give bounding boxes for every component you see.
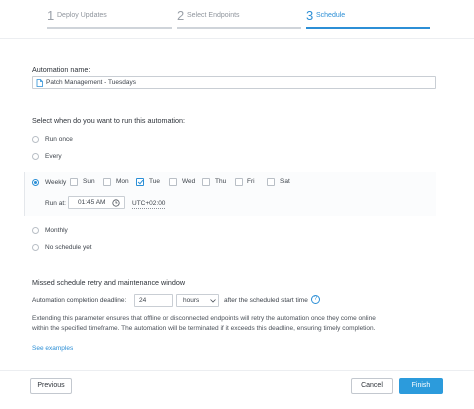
deadline-label: Automation completion deadline: <box>32 297 127 304</box>
cancel-button[interactable]: Cancel <box>351 378 393 394</box>
previous-button[interactable]: Previous <box>30 378 72 394</box>
monthly-radio[interactable] <box>32 227 39 234</box>
day-checkbox-sun[interactable] <box>70 178 78 186</box>
document-icon <box>36 79 43 87</box>
day-checkbox-wed[interactable] <box>169 178 177 186</box>
schedule-heading: Select when do you want to run this auto… <box>32 116 186 125</box>
header-divider <box>0 38 474 39</box>
deadline-unit-select[interactable]: hours <box>176 294 219 307</box>
day-label-fri: Fri <box>247 178 255 185</box>
day-checkbox-mon[interactable] <box>103 178 111 186</box>
step-number: 3 <box>306 8 314 23</box>
deadline-description: Extending this parameter ensures that of… <box>32 315 376 332</box>
run-at-time-value: 01:45 AM <box>78 199 106 206</box>
finish-button[interactable]: Finish <box>399 378 443 394</box>
step-progress-bar <box>47 27 172 29</box>
run-once-radio[interactable] <box>32 136 39 143</box>
automation-name-input[interactable]: Patch Management - Tuesdays <box>32 76 436 89</box>
missed-schedule-heading: Missed schedule retry and maintenance wi… <box>32 278 186 287</box>
weekly-radio[interactable] <box>32 179 39 186</box>
every-radio[interactable] <box>32 153 39 160</box>
step-progress-bar <box>306 27 430 29</box>
weekly-label[interactable]: Weekly <box>45 179 66 186</box>
chevron-down-icon <box>210 299 216 303</box>
no-schedule-radio[interactable] <box>32 244 39 251</box>
day-checkbox-tue[interactable] <box>136 178 144 186</box>
monthly-label[interactable]: Monthly <box>45 227 68 234</box>
step-label: Deploy Updates <box>57 12 107 19</box>
automation-name-label: Automation name: <box>32 65 91 74</box>
help-icon[interactable]: ? <box>311 295 320 304</box>
automation-name-value: Patch Management - Tuesdays <box>46 79 136 86</box>
timezone-selector[interactable]: UTC+02:00 <box>132 200 166 209</box>
see-examples-link[interactable]: See examples <box>32 345 73 352</box>
step-progress-bar <box>177 27 301 29</box>
run-at-label: Run at: <box>45 200 66 207</box>
day-checkbox-fri[interactable] <box>235 178 243 186</box>
day-label-sun: Sun <box>83 178 95 185</box>
day-label-wed: Wed <box>182 178 196 185</box>
step-number: 2 <box>177 8 185 23</box>
clock-icon <box>112 199 120 207</box>
day-label-thu: Thu <box>215 178 227 185</box>
footer-divider <box>0 370 474 371</box>
day-checkbox-sat[interactable] <box>267 178 275 186</box>
deadline-value-input[interactable]: 24 <box>134 294 173 307</box>
run-once-label[interactable]: Run once <box>45 136 73 143</box>
day-checkbox-thu[interactable] <box>202 178 210 186</box>
deadline-value: 24 <box>139 297 147 304</box>
step-label: Select Endpoints <box>187 12 240 19</box>
step-label: Schedule <box>316 12 346 19</box>
run-at-time-input[interactable]: 01:45 AM <box>68 196 125 209</box>
day-label-mon: Mon <box>116 178 129 185</box>
deadline-suffix: after the scheduled start time <box>224 297 308 304</box>
every-label[interactable]: Every <box>45 153 62 160</box>
day-label-sat: Sat <box>280 178 290 185</box>
step-number: 1 <box>47 8 55 23</box>
no-schedule-label[interactable]: No schedule yet <box>45 244 92 251</box>
day-label-tue: Tue <box>149 178 160 185</box>
deadline-unit-value: hours <box>183 297 200 304</box>
